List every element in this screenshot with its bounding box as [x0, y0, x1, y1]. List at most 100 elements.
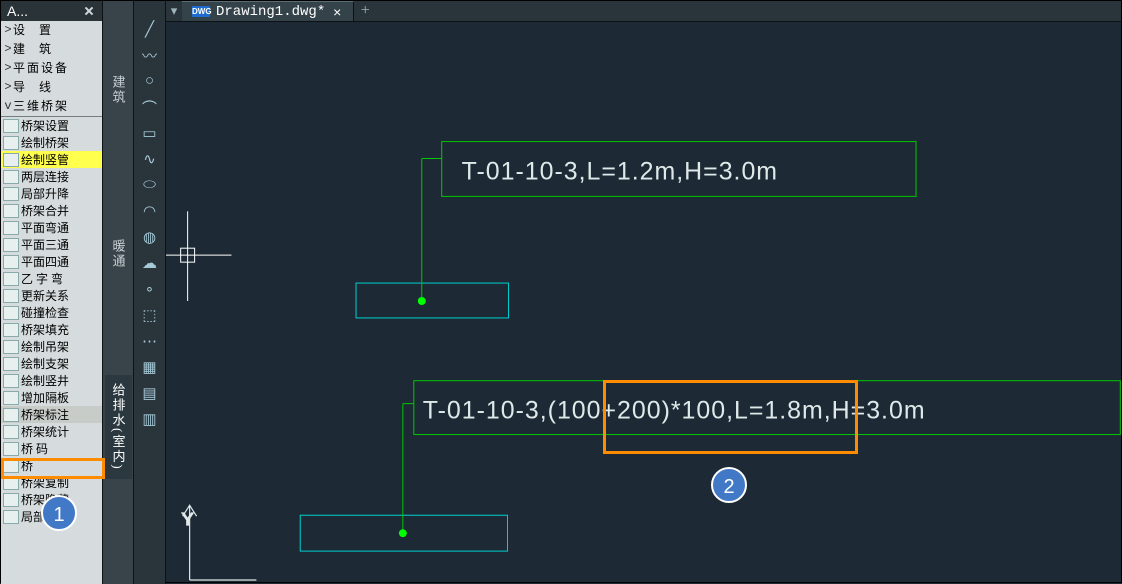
command-label: 局部隐藏 [21, 508, 69, 525]
tree-item[interactable]: > 设置 [1, 21, 102, 40]
new-tab-button[interactable]: + [354, 1, 376, 21]
revcloud-tool-icon[interactable]: ☁ [139, 253, 161, 273]
command-item[interactable]: 桥 码 [1, 440, 102, 457]
command-label: 绘制吊架 [21, 338, 69, 355]
command-icon [3, 204, 19, 218]
command-label: 桥 码 [21, 440, 48, 457]
command-item[interactable]: 局部升降 [1, 185, 102, 202]
rectangle-tool-icon[interactable]: ▭ [139, 123, 161, 143]
palette-panel: A... > 设置 > 建筑 > 平面设备 > 导线 v 三维桥架 桥架设置绘制… [1, 1, 103, 584]
command-icon [3, 357, 19, 371]
command-item[interactable]: 平面三通 [1, 236, 102, 253]
tree-label: 平面设备 [13, 60, 100, 77]
document-tab[interactable]: DWG Drawing1.dwg* × [182, 1, 354, 21]
line-tool-icon[interactable]: ╱ [139, 19, 161, 39]
command-label: 平面四通 [21, 253, 69, 270]
command-item[interactable]: 桥架统计 [1, 423, 102, 440]
ellipse-tool-icon[interactable]: ⬭ [139, 175, 161, 195]
vertical-tab-strip: 建筑 暖通 给排水(室内) [103, 1, 134, 584]
command-item[interactable]: 桥 [1, 457, 102, 474]
tree-item[interactable]: > 平面设备 [1, 59, 102, 78]
command-icon [3, 153, 19, 167]
command-label: 乙 字 弯 [21, 270, 63, 287]
command-icon [3, 136, 19, 150]
palette-title-bar: A... [1, 1, 102, 21]
command-icon [3, 374, 19, 388]
leader-anchor-icon [418, 297, 426, 305]
command-item[interactable]: 绘制竖井 [1, 372, 102, 389]
command-list: 桥架设置绘制桥架绘制竖管两层连接局部升降桥架合并平面弯通平面三通平面四通乙 字 … [1, 117, 102, 584]
document-tab-bar: ▾ DWG Drawing1.dwg* × + [166, 1, 1121, 22]
arc-tool-icon[interactable]: ⌒ [139, 97, 161, 117]
point-tool-icon[interactable]: ∘ [139, 279, 161, 299]
draw-tool-column: ╱ 〰 ○ ⌒ ▭ ∿ ⬭ ◠ ◍ ☁ ∘ ⬚ ⋯ ▦ ▤ ▥ [134, 1, 166, 584]
command-item[interactable]: 两层连接 [1, 168, 102, 185]
tree-item[interactable]: v 三维桥架 [1, 97, 102, 116]
palette-title-text: A... [7, 3, 28, 19]
command-item[interactable]: 乙 字 弯 [1, 270, 102, 287]
tree-label: 导线 [13, 79, 100, 96]
command-item[interactable]: 更新关系 [1, 287, 102, 304]
command-label: 碰撞检查 [21, 304, 69, 321]
tree-item[interactable]: > 建筑 [1, 40, 102, 59]
command-item[interactable]: 绘制吊架 [1, 338, 102, 355]
command-item[interactable]: 绘制竖管 [1, 151, 102, 168]
svg-text:Y: Y [182, 509, 195, 529]
command-icon [3, 459, 19, 473]
command-icon [3, 221, 19, 235]
tree-item[interactable]: > 导线 [1, 78, 102, 97]
command-item[interactable]: 桥架填充 [1, 321, 102, 338]
command-item[interactable]: 碰撞检查 [1, 304, 102, 321]
region-tool-icon[interactable]: ▦ [139, 357, 161, 377]
chevron-right-icon[interactable]: > [3, 22, 13, 39]
command-item[interactable]: 桥架标注 [1, 406, 102, 423]
command-item[interactable]: 桥架隐藏 [1, 491, 102, 508]
label-text[interactable]: T-01-10-3,(100+200)*100,L=1.8m,H=3.0m [423, 397, 926, 425]
command-icon [3, 187, 19, 201]
command-item[interactable]: 平面弯通 [1, 219, 102, 236]
measure-tool-icon[interactable]: ⋯ [139, 331, 161, 351]
partial-ellipse-icon[interactable]: ◠ [139, 201, 161, 221]
command-label: 桥架标注 [21, 406, 69, 423]
command-item[interactable]: 平面四通 [1, 253, 102, 270]
command-label: 平面弯通 [21, 219, 69, 236]
command-label: 更新关系 [21, 287, 69, 304]
command-label: 桥架隐藏 [21, 491, 69, 508]
command-item[interactable]: 增加隔板 [1, 389, 102, 406]
table-tool-icon[interactable]: ▥ [139, 409, 161, 429]
hatch-tool-icon[interactable]: ◍ [139, 227, 161, 247]
command-icon [3, 476, 19, 490]
close-icon[interactable] [82, 4, 96, 18]
chevron-right-icon[interactable]: > [3, 60, 13, 77]
command-icon [3, 255, 19, 269]
tab-list-dropdown-icon[interactable]: ▾ [166, 1, 182, 21]
vtab-hvac[interactable]: 暖通 [105, 231, 132, 277]
label-text[interactable]: T-01-10-3,L=1.2m,H=3.0m [462, 157, 778, 185]
command-item[interactable]: 绘制桥架 [1, 134, 102, 151]
block-tool-icon[interactable]: ⬚ [139, 305, 161, 325]
command-item[interactable]: 桥架设置 [1, 117, 102, 134]
tray-object[interactable] [356, 283, 508, 318]
command-label: 局部升降 [21, 185, 69, 202]
command-label: 绘制竖管 [21, 151, 69, 168]
circle-tool-icon[interactable]: ○ [139, 71, 161, 91]
spline-tool-icon[interactable]: ∿ [139, 149, 161, 169]
command-icon [3, 306, 19, 320]
chevron-right-icon[interactable]: > [3, 79, 13, 96]
chevron-down-icon[interactable]: v [3, 98, 13, 115]
command-item[interactable]: 桥架合并 [1, 202, 102, 219]
polyline-tool-icon[interactable]: 〰 [139, 45, 161, 65]
command-label: 绘制桥架 [21, 134, 69, 151]
vtab-building[interactable]: 建筑 [105, 67, 132, 113]
wipeout-tool-icon[interactable]: ▤ [139, 383, 161, 403]
vtab-plumbing[interactable]: 给排水(室内) [105, 375, 132, 479]
command-item[interactable]: 绘制支架 [1, 355, 102, 372]
command-icon [3, 170, 19, 184]
command-item[interactable]: 桥架复制 [1, 474, 102, 491]
drawing-canvas[interactable]: T-01-10-3,L=1.2m,H=3.0m T-01-10-3,(100+2… [166, 22, 1121, 582]
command-label: 桥架填充 [21, 321, 69, 338]
tab-close-icon[interactable]: × [331, 4, 343, 20]
chevron-right-icon[interactable]: > [3, 41, 13, 58]
command-item[interactable]: 局部隐藏 [1, 508, 102, 525]
command-icon [3, 510, 19, 524]
